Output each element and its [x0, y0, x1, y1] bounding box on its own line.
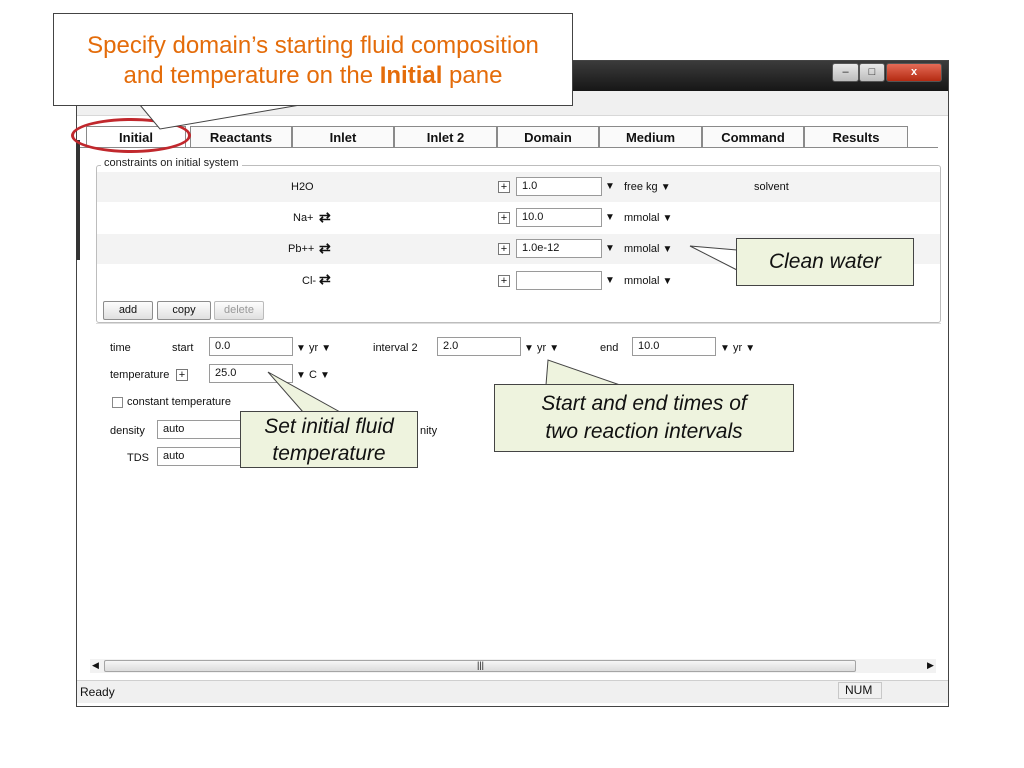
callout-line-1: Specify domain’s starting fluid composit… [87, 32, 539, 59]
intervals-line-1: Start and end times of [541, 392, 747, 415]
num-lock-indicator: NUM [838, 682, 882, 699]
status-text: Ready [80, 685, 115, 699]
fluid-temp-line-2: temperature [272, 442, 386, 465]
callout-line-2-post: pane [442, 62, 503, 89]
top-callout-pointer [138, 104, 301, 130]
scroll-right-icon[interactable]: ▶ [927, 660, 934, 671]
status-bar [77, 680, 948, 703]
intervals-line-2: two reaction intervals [545, 420, 743, 443]
callout-bold-word: Initial [379, 62, 443, 89]
composition-callout: Specify domain’s starting fluid composit… [53, 13, 573, 106]
grip-icon: ||| [477, 660, 485, 670]
fluid-temperature-callout: Set initial fluid temperature [240, 411, 418, 468]
fluid-temp-pointer [267, 371, 342, 413]
callout-line-2-pre: and temperature on the [123, 62, 380, 89]
callout-line-2: and temperature on the Initial pane [54, 61, 572, 91]
clean-water-callout: Clean water [736, 238, 914, 286]
scroll-left-icon[interactable]: ◀ [92, 660, 99, 671]
intervals-callout: Start and end times of two reaction inte… [494, 384, 794, 452]
clean-water-pointer [689, 245, 738, 271]
fluid-temp-line-1: Set initial fluid [264, 415, 394, 438]
intervals-pointer [545, 359, 621, 386]
